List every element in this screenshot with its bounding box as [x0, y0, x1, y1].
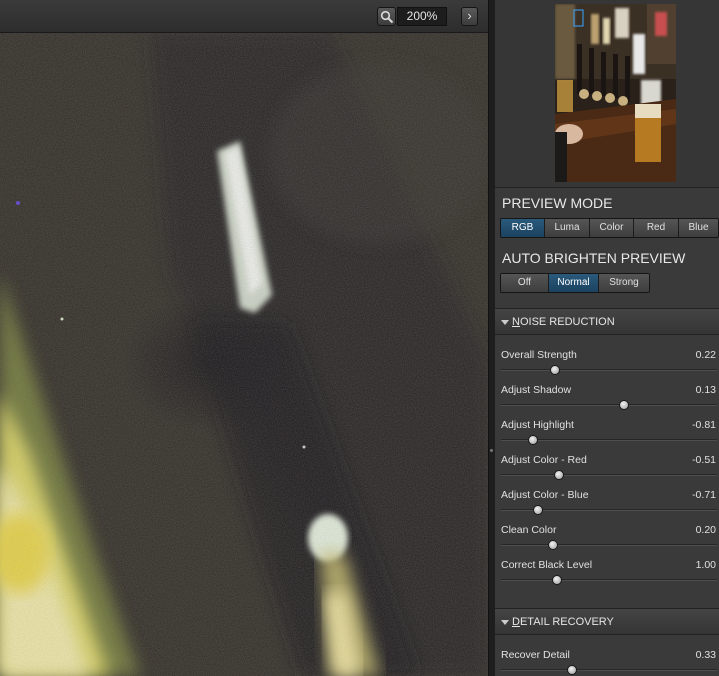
slider-track[interactable]	[501, 404, 717, 406]
slider-track[interactable]	[501, 474, 717, 476]
preview-canvas[interactable]	[0, 33, 488, 676]
slider-correct-black-level: Correct Black Level 1.00	[495, 558, 719, 593]
chevron-right-icon: ›	[467, 8, 472, 23]
noise-reduction-title-initial: N	[512, 316, 520, 328]
slider-thumb[interactable]	[550, 365, 560, 375]
slider-thumb[interactable]	[554, 470, 565, 480]
settings-panel: PREVIEW MODE RGB Luma Color Red Blue AUT…	[495, 0, 719, 676]
preview-toolbar: 200% ›	[0, 0, 488, 33]
detail-recovery-header[interactable]: DETAIL RECOVERY	[495, 608, 719, 635]
panel-splitter[interactable]	[488, 0, 495, 676]
slider-thumb[interactable]	[619, 400, 630, 410]
preview-mode-selector: RGB Luma Color Red Blue	[500, 218, 719, 238]
preview-mode-red[interactable]: Red	[634, 219, 679, 237]
slider-track[interactable]	[501, 544, 717, 546]
slider-thumb[interactable]	[547, 540, 558, 550]
noise-reduction-header[interactable]: NOISE REDUCTION	[495, 308, 719, 335]
slider-track[interactable]	[501, 369, 717, 371]
thumbnail-image	[555, 4, 676, 182]
slider-adjust-highlight: Adjust Highlight -0.81	[495, 418, 719, 453]
preview-mode-color[interactable]: Color	[590, 219, 634, 237]
auto-brighten-off[interactable]: Off	[501, 274, 549, 292]
slider-track[interactable]	[501, 669, 717, 671]
disclosure-triangle-icon	[501, 620, 509, 625]
disclosure-triangle-icon	[501, 320, 509, 325]
slider-track[interactable]	[501, 579, 717, 581]
preview-mode-rgb[interactable]: RGB	[501, 219, 545, 237]
slider-adjust-color-blue: Adjust Color - Blue -0.71	[495, 488, 719, 523]
auto-brighten-normal[interactable]: Normal	[549, 274, 599, 292]
preview-mode-title: PREVIEW MODE	[502, 195, 613, 211]
slider-adjust-shadow: Adjust Shadow 0.13	[495, 383, 719, 418]
zoom-level-field[interactable]: 200%	[397, 7, 447, 26]
slider-recover-detail: Recover Detail 0.33	[495, 648, 719, 676]
preview-mode-luma[interactable]: Luma	[545, 219, 590, 237]
auto-brighten-title: AUTO BRIGHTEN PREVIEW	[502, 250, 686, 266]
auto-brighten-strong[interactable]: Strong	[599, 274, 649, 292]
noise-reduction-title: OISE REDUCTION	[519, 316, 615, 328]
slider-thumb[interactable]	[528, 435, 539, 445]
slider-overall-strength: Overall Strength 0.22	[495, 348, 719, 383]
slider-thumb[interactable]	[552, 575, 563, 585]
detail-recovery-title-initial: D	[512, 616, 520, 628]
navigator	[495, 0, 719, 188]
preview-mode-blue[interactable]: Blue	[679, 219, 718, 237]
slider-thumb[interactable]	[532, 505, 543, 515]
slider-thumb[interactable]	[567, 665, 578, 675]
zoom-button[interactable]	[377, 7, 396, 26]
slider-adjust-color-red: Adjust Color - Red -0.51	[495, 453, 719, 488]
splitter-grip-icon	[490, 449, 493, 452]
preview-image	[0, 33, 488, 676]
magnifier-icon	[380, 10, 394, 24]
next-button[interactable]: ›	[461, 7, 478, 26]
auto-brighten-selector: Off Normal Strong	[500, 273, 650, 293]
navigator-thumbnail[interactable]	[555, 4, 676, 182]
slider-clean-color: Clean Color 0.20	[495, 523, 719, 558]
detail-recovery-title: ETAIL RECOVERY	[519, 616, 614, 628]
